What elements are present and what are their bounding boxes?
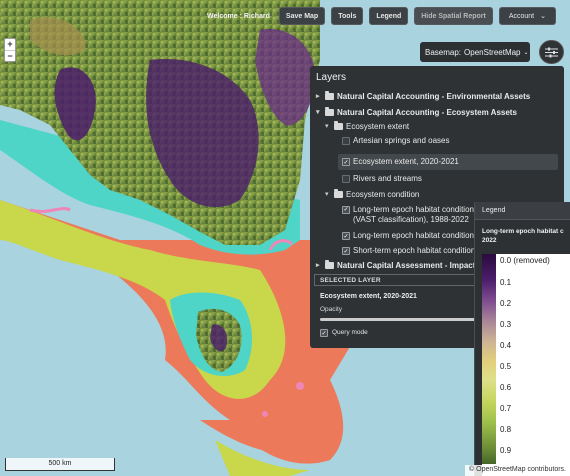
basemap-label: Basemap: xyxy=(425,47,462,57)
legend-tick: 0.3 xyxy=(500,320,512,329)
layer-checkbox[interactable]: ✓ xyxy=(342,206,350,214)
layer-item-label: Long-term epoch habitat condition xyxy=(353,231,474,240)
chevron-down-icon: ▾ xyxy=(316,109,320,116)
layer-item-ecosystem-extent[interactable]: ✓ Ecosystem extent, 2020-2021 xyxy=(338,154,558,170)
layer-item-label: Ecosystem extent, 2020-2021 xyxy=(353,157,459,166)
layer-settings-button[interactable] xyxy=(539,40,564,64)
legend-tick: 0.6 xyxy=(500,383,512,392)
chevron-right-icon: ▸ xyxy=(316,262,320,269)
map-attribution[interactable]: © OpenStreetMap contributors. xyxy=(465,465,570,476)
hide-spatial-report-button[interactable]: Hide Spatial Report xyxy=(414,7,493,25)
legend-header: Legend xyxy=(475,202,570,220)
legend-title-line: Long-term epoch habitat c xyxy=(482,228,564,235)
legend-button[interactable]: Legend xyxy=(369,7,409,25)
selected-layer-name: Ecosystem extent, 2020-2021 xyxy=(320,293,417,300)
layer-group-label: Natural Capital Assessment - Impacts xyxy=(337,261,480,270)
layer-checkbox[interactable] xyxy=(342,175,350,183)
query-mode-checkbox[interactable]: ✓ xyxy=(320,329,328,337)
chevron-down-icon: ▾ xyxy=(325,191,329,198)
legend-tick: 0.0 (removed) xyxy=(500,256,550,265)
tools-button[interactable]: Tools xyxy=(331,7,364,25)
layer-subgroup-extent[interactable]: ▾ Ecosystem extent xyxy=(325,121,558,131)
legend-tick: 0.2 xyxy=(500,299,512,308)
layer-checkbox[interactable]: ✓ xyxy=(342,247,350,255)
chevron-right-icon: ▸ xyxy=(316,93,320,100)
layer-item-artesian[interactable]: Artesian springs and oases xyxy=(342,136,558,148)
layer-subgroup-label: Ecosystem condition xyxy=(346,190,420,199)
opacity-label: Opacity xyxy=(320,306,343,313)
layer-group-ecosystem-assets[interactable]: ▾ Natural Capital Accounting - Ecosystem… xyxy=(316,107,558,117)
folder-icon xyxy=(325,107,334,116)
basemap-value: OpenStreetMap xyxy=(464,47,521,57)
chevron-down-icon: ⌄ xyxy=(523,49,529,56)
legend-tick: 0.8 xyxy=(500,425,512,434)
legend-tick: 0.1 xyxy=(500,278,512,287)
zoom-control: + − xyxy=(4,38,16,62)
basemap-selector[interactable]: Basemap: OpenStreetMap ⌄ xyxy=(420,42,530,62)
folder-icon xyxy=(334,189,343,198)
legend-tick: 0.7 xyxy=(500,404,512,413)
legend-body: 0.0 (removed) 0.1 0.2 0.3 0.4 0.5 0.6 0.… xyxy=(482,254,570,476)
layer-checkbox[interactable] xyxy=(342,137,350,145)
query-mode-label: Query mode xyxy=(332,329,368,336)
layer-item-rivers[interactable]: Rivers and streams xyxy=(342,174,558,183)
legend-title-line: 2022 xyxy=(482,237,497,244)
zoom-in-button[interactable]: + xyxy=(5,39,15,50)
layer-item-label: Short-term epoch habitat condition xyxy=(353,246,476,255)
account-label: Account xyxy=(508,12,535,20)
folder-icon xyxy=(325,91,334,100)
layer-checkbox[interactable]: ✓ xyxy=(342,158,350,166)
folder-icon xyxy=(325,260,334,269)
scale-bar: 500 km xyxy=(5,458,115,471)
legend-title: Long-term epoch habitat c 2022 xyxy=(475,220,570,245)
layer-subgroup-condition[interactable]: ▾ Ecosystem condition xyxy=(325,189,558,199)
save-map-button[interactable]: Save Map xyxy=(278,7,326,25)
layer-item-label: Rivers and streams xyxy=(353,174,422,183)
layers-title: Layers xyxy=(316,72,347,83)
folder-icon xyxy=(334,121,343,130)
chevron-down-icon: ⌄ xyxy=(540,13,546,20)
legend-tick: 0.5 xyxy=(500,362,512,371)
layer-subgroup-label: Ecosystem extent xyxy=(346,122,410,131)
chevron-down-icon: ▾ xyxy=(325,123,329,130)
legend-color-ramp xyxy=(482,254,496,464)
account-dropdown[interactable]: Account ⌄ xyxy=(498,7,556,25)
opacity-slider[interactable] xyxy=(320,318,480,321)
layer-group-environmental-assets[interactable]: ▸ Natural Capital Accounting - Environme… xyxy=(316,91,558,101)
layer-group-label: Natural Capital Accounting - Ecosystem A… xyxy=(337,108,517,117)
legend-panel: Legend Long-term epoch habitat c 2022 0.… xyxy=(474,202,570,476)
top-toolbar: Welcome : Richard Save Map Tools Legend … xyxy=(207,7,556,25)
legend-tick: 0.9 xyxy=(500,446,512,455)
zoom-out-button[interactable]: − xyxy=(5,50,15,61)
sliders-icon xyxy=(545,47,558,57)
layer-item-label: Artesian springs and oases xyxy=(353,136,450,145)
selected-layer-header: SELECTED LAYER xyxy=(314,274,482,286)
layer-checkbox[interactable]: ✓ xyxy=(342,232,350,240)
layer-group-label: Natural Capital Accounting - Environment… xyxy=(337,92,531,101)
welcome-text: Welcome : Richard xyxy=(207,12,270,20)
query-mode-toggle[interactable]: ✓ Query mode xyxy=(320,328,368,337)
legend-tick: 0.4 xyxy=(500,341,512,350)
